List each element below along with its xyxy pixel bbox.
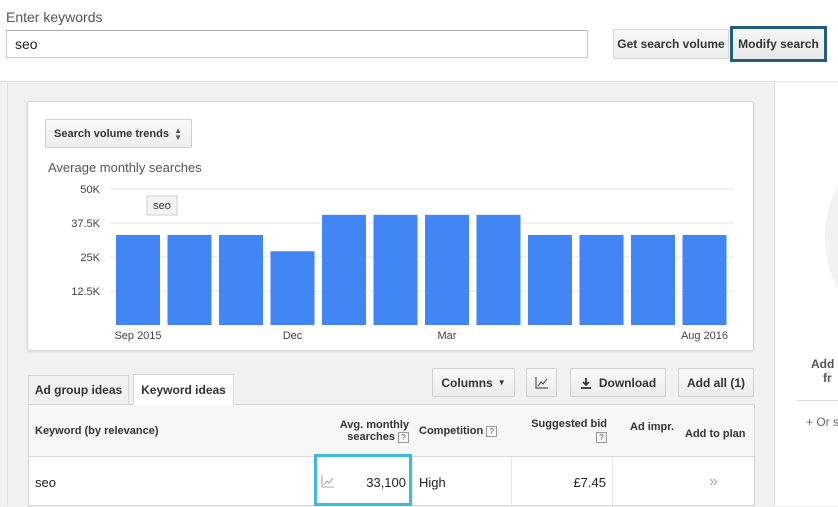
cell-suggested-bid: £7.45 xyxy=(573,474,606,490)
right-panel: Add a fr + Or s xyxy=(774,82,838,506)
column-divider xyxy=(612,457,613,507)
tab-ad-group-ideas[interactable]: Ad group ideas xyxy=(28,375,129,404)
column-divider xyxy=(511,457,512,507)
header-bid-label: Suggested bid xyxy=(531,418,607,430)
x-tick-label: Mar xyxy=(438,330,457,342)
bar-chart: 12.5K 25K 37.5K 50K Sep 2015 Dec Mar Aug 2016 se… xyxy=(71,184,734,342)
chevron-down-icon: ▼ xyxy=(497,378,506,387)
download-button[interactable]: Download xyxy=(570,368,666,397)
download-icon xyxy=(580,377,591,389)
columns-label: Columns xyxy=(441,375,493,390)
y-tick-label: 25K xyxy=(80,252,100,264)
bar xyxy=(167,234,212,325)
keywords-label: Enter keywords xyxy=(6,9,103,25)
bar xyxy=(373,214,418,325)
download-label: Download xyxy=(598,375,657,390)
bar xyxy=(631,234,675,325)
help-icon[interactable]: ? xyxy=(486,425,498,437)
add-all-button[interactable]: Add all (1) xyxy=(678,368,754,397)
help-icon[interactable]: ? xyxy=(596,431,607,443)
header-add-to-plan: Add to plan xyxy=(685,428,746,440)
bar xyxy=(322,214,366,325)
bar xyxy=(579,234,624,325)
header-competition-label: Competition xyxy=(419,425,484,437)
chart-card: Search volume trends ▲ ▼ Average monthly … xyxy=(27,101,754,351)
search-header: Enter keywords Get search volume Modify … xyxy=(0,0,838,82)
tab-keyword-ideas[interactable]: Keyword ideas xyxy=(133,374,234,405)
cell-competition: High xyxy=(419,474,446,490)
bar xyxy=(425,214,469,325)
y-tick-label: 12.5K xyxy=(71,286,100,298)
add-to-plan-icon[interactable]: » xyxy=(709,457,718,507)
y-tick-label: 37.5K xyxy=(71,218,100,230)
modify-search-button[interactable]: Modify search xyxy=(730,26,827,62)
header-competition[interactable]: Competition ? xyxy=(419,405,498,457)
right-panel-line1: Add a xyxy=(811,357,838,371)
right-panel-line2: fr xyxy=(823,371,832,385)
help-icon[interactable]: ? xyxy=(398,431,409,443)
header-suggested-bid[interactable]: Suggested bid ? xyxy=(519,405,607,457)
x-tick-label: Aug 2016 xyxy=(681,330,728,342)
header-avg-monthly-searches[interactable]: Avg. monthly searches? xyxy=(329,405,409,457)
y-tick-label: 50K xyxy=(80,184,100,196)
bar xyxy=(219,234,263,325)
right-panel-or-link[interactable]: + Or s xyxy=(806,415,838,429)
bar xyxy=(116,234,160,325)
header-keyword[interactable]: Keyword (by relevance) xyxy=(35,405,159,457)
highlight-box xyxy=(314,454,412,506)
header-avg-line2: searches xyxy=(347,431,395,443)
columns-button[interactable]: Columns ▼ xyxy=(432,368,515,397)
x-tick-label: Sep 2015 xyxy=(114,330,161,342)
bar xyxy=(476,214,521,325)
bar xyxy=(270,251,315,325)
column-divider xyxy=(412,457,413,507)
keywords-input[interactable] xyxy=(6,30,588,58)
bar xyxy=(682,234,727,325)
header-avg-line1: Avg. monthly xyxy=(339,419,409,431)
plan-circle-graphic xyxy=(825,127,838,347)
cell-keyword: seo xyxy=(35,474,56,490)
line-chart-icon xyxy=(534,376,548,389)
header-ad-impr[interactable]: Ad impr. xyxy=(630,405,674,457)
get-search-volume-button[interactable]: Get search volume xyxy=(613,29,729,59)
divider xyxy=(797,400,838,401)
x-tick-label: Dec xyxy=(283,330,303,342)
chart-toggle-button[interactable] xyxy=(526,368,557,397)
chart-tooltip-label: seo xyxy=(153,200,171,212)
right-panel-text: Add a fr xyxy=(811,357,838,385)
bar xyxy=(528,234,572,325)
